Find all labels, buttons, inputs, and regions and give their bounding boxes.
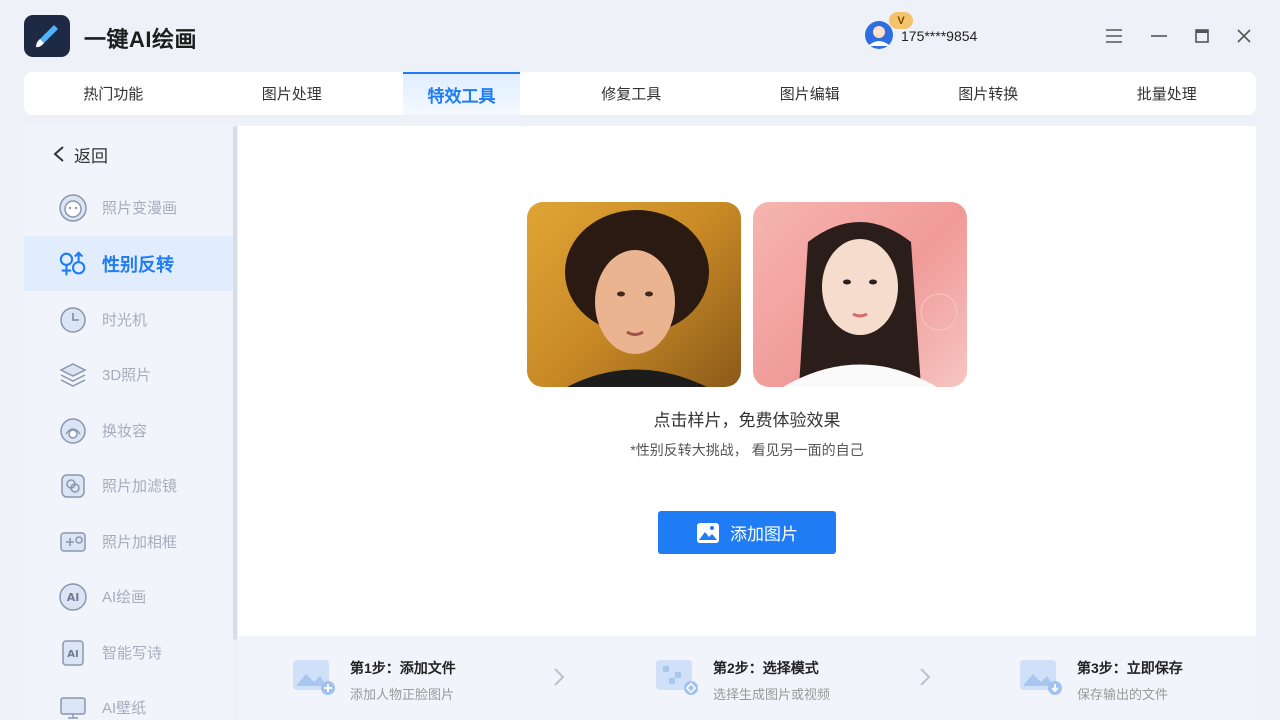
bear-face-icon — [58, 193, 88, 223]
clock-icon — [58, 305, 88, 335]
frame-icon — [58, 527, 88, 557]
maximize-icon[interactable] — [1188, 22, 1216, 50]
sidebar-item-makeup[interactable]: 换妆容 — [24, 403, 234, 458]
app-title: 一键AI绘画 — [84, 27, 198, 52]
step-title: 第2步：选择模式 — [713, 660, 819, 676]
filter-icon — [58, 471, 88, 501]
sidebar-item-ai-wallpaper[interactable]: AI壁纸 — [24, 680, 234, 720]
sidebar-item-label: 照片加相框 — [102, 534, 178, 551]
sidebar-item-label: 照片变漫画 — [102, 200, 178, 217]
ai-doc-icon: AI — [58, 638, 88, 668]
tab-image-processing[interactable]: 图片处理 — [203, 72, 382, 115]
sidebar-item-label: 性别反转 — [102, 254, 174, 275]
svg-text:AI: AI — [67, 649, 78, 660]
top-tab-bar: 热门功能 图片处理 特效工具 修复工具 图片编辑 图片转换 批量处理 — [24, 72, 1256, 115]
step-1: 第1步：添加文件 添加人物正脸图片 — [292, 656, 456, 703]
sidebar-item-label: 照片加滤镜 — [102, 478, 178, 495]
sidebar-item-3d-photo[interactable]: 3D照片 — [24, 347, 234, 402]
user-phone[interactable]: 175****9854 — [901, 28, 977, 44]
sidebar-item-label: 3D照片 — [102, 367, 152, 384]
chevron-left-icon — [53, 146, 64, 162]
gender-symbol-icon — [58, 249, 88, 279]
sub-hint: *性别反转大挑战， 看见另一面的自己 — [630, 442, 864, 458]
sidebar-item-photo-to-comic[interactable]: 照片变漫画 — [24, 180, 234, 235]
sidebar: 返回 照片变漫画 性别反转 时光机 3D照片 换妆容 照片加滤镜 照片加相框 A… — [24, 126, 234, 720]
step-desc: 添加人物正脸图片 — [350, 687, 455, 702]
sidebar-item-time-machine[interactable]: 时光机 — [24, 292, 234, 347]
wallpaper-icon — [58, 693, 88, 720]
layers-icon — [58, 360, 88, 390]
minimize-icon[interactable] — [1145, 22, 1173, 50]
sidebar-item-label: AI绘画 — [102, 589, 147, 606]
add-image-icon — [293, 660, 335, 695]
step-3: 第3步：立即保存 保存输出的文件 — [1019, 656, 1183, 703]
steps-bar: 第1步：添加文件 添加人物正脸图片 第2步：选择模式 选择生成图片或视频 第3步… — [238, 636, 1256, 720]
step-desc: 选择生成图片或视频 — [713, 687, 831, 702]
app-logo-icon — [24, 15, 70, 57]
chevron-right-icon — [918, 666, 932, 694]
tab-hot[interactable]: 热门功能 — [24, 72, 203, 115]
sample-photo-woman-pink[interactable] — [753, 202, 967, 387]
step-desc: 保存输出的文件 — [1077, 687, 1169, 702]
sidebar-item-label: 换妆容 — [102, 423, 148, 440]
tab-repair[interactable]: 修复工具 — [542, 72, 721, 115]
makeup-face-icon — [58, 416, 88, 446]
sidebar-item-filter[interactable]: 照片加滤镜 — [24, 458, 234, 513]
back-button[interactable]: 返回 — [52, 142, 108, 166]
tab-image-edit[interactable]: 图片编辑 — [721, 72, 900, 115]
tab-image-convert[interactable]: 图片转换 — [899, 72, 1078, 115]
svg-text:AI: AI — [67, 591, 80, 604]
sample-hint: 点击样片，免费体验效果 — [653, 411, 841, 430]
step-2: 第2步：选择模式 选择生成图片或视频 — [655, 656, 830, 703]
sidebar-item-gender-swap[interactable]: 性别反转 — [24, 236, 234, 291]
sidebar-item-frame[interactable]: 照片加相框 — [24, 514, 234, 569]
step-title: 第3步：立即保存 — [1077, 660, 1183, 676]
tab-batch[interactable]: 批量处理 — [1078, 72, 1257, 115]
sidebar-item-poem[interactable]: AI 智能写诗 — [24, 625, 234, 680]
tab-effects[interactable]: 特效工具 — [403, 72, 520, 115]
sidebar-item-label: 智能写诗 — [102, 645, 163, 662]
sidebar-item-label: AI壁纸 — [102, 700, 147, 717]
chevron-right-icon — [552, 666, 566, 694]
title-bar: 一键AI绘画 V 175****9854 — [0, 0, 1280, 72]
main-panel: 点击样片，免费体验效果 *性别反转大挑战， 看见另一面的自己 添加图片 — [238, 126, 1256, 636]
back-label: 返回 — [74, 146, 108, 166]
sidebar-scrollbar[interactable] — [233, 126, 237, 640]
image-icon — [697, 522, 719, 543]
close-icon[interactable] — [1230, 22, 1258, 50]
add-image-label: 添加图片 — [730, 525, 798, 544]
add-image-button[interactable]: 添加图片 — [658, 511, 836, 554]
menu-icon[interactable] — [1100, 22, 1128, 50]
sample-photo-woman-curly[interactable] — [527, 202, 741, 387]
vip-badge: V — [889, 12, 913, 29]
sidebar-item-label: 时光机 — [102, 312, 148, 329]
ai-circle-icon: AI — [58, 582, 88, 612]
mode-image-icon — [656, 660, 698, 695]
save-image-icon — [1020, 660, 1062, 695]
step-title: 第1步：添加文件 — [350, 660, 456, 676]
sidebar-item-ai-painting[interactable]: AI AI绘画 — [24, 569, 234, 624]
